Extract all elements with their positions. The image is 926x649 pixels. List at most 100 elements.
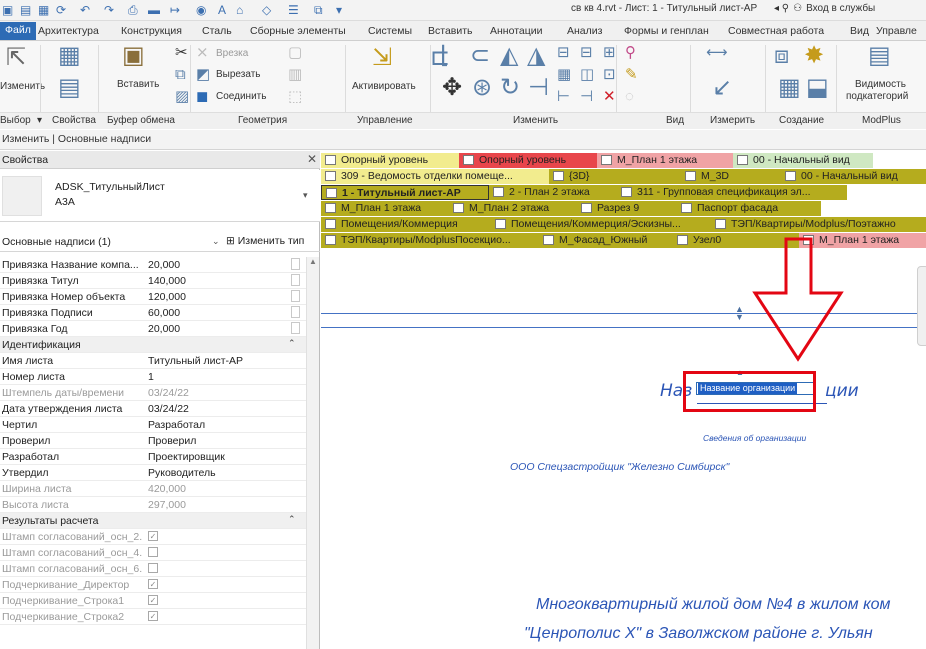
create-parts-icon[interactable]: ✸: [804, 43, 824, 69]
unpin-icon[interactable]: ⊡: [603, 67, 616, 83]
tab-view[interactable]: Вид: [850, 23, 869, 40]
drawing-area[interactable]: Опорный уровень Опорный уровень М_План 1 э…: [321, 151, 926, 649]
modify-cursor-icon[interactable]: ⇱: [6, 45, 26, 71]
property-section[interactable]: Идентификация ⌃: [0, 337, 306, 353]
align-tool-icon[interactable]: ⌊: [440, 43, 449, 69]
override-graphics-icon[interactable]: ✎: [625, 67, 638, 83]
extend-icon[interactable]: ⊣: [580, 89, 593, 105]
tab-architecture[interactable]: Архитектура: [38, 23, 99, 40]
create-assembly-icon[interactable]: ⧈: [774, 43, 789, 69]
join-icon[interactable]: ◼: [196, 89, 208, 105]
trim-icon[interactable]: ⊣: [528, 75, 549, 101]
app-menu-icon[interactable]: ▣: [2, 3, 13, 17]
view-tab[interactable]: 311 - Групповая спецификация эл...: [617, 185, 847, 200]
sign-in-button[interactable]: ◂ ⚲ ⚇ Вход в службы: [774, 3, 879, 14]
visibility-label-1[interactable]: Видимость: [855, 79, 906, 90]
paste-icon[interactable]: ▣: [122, 43, 145, 69]
tag-icon[interactable]: ◉: [196, 3, 206, 17]
view-tab[interactable]: М_План 1 этажа: [597, 153, 733, 168]
property-row[interactable]: Ширина листа 420,000: [0, 481, 306, 497]
subcategory-visibility-icon[interactable]: ▤: [868, 43, 891, 69]
tab-collaborate[interactable]: Совместная работа: [728, 23, 824, 40]
tab-systems[interactable]: Системы: [368, 23, 412, 40]
rotate-icon[interactable]: ↻: [500, 75, 520, 101]
create-similar-icon[interactable]: ⬓: [806, 75, 829, 101]
checkbox-unchecked[interactable]: [148, 547, 158, 557]
property-row[interactable]: Номер листа 1: [0, 369, 306, 385]
tab-manage[interactable]: Управле: [876, 23, 917, 40]
modify-button[interactable]: Изменить: [0, 81, 45, 92]
pin-icon[interactable]: ⊞: [603, 45, 616, 61]
group-select[interactable]: Выбор: [0, 115, 31, 126]
view-tab[interactable]: 00 - Начальный вид: [733, 153, 873, 168]
paint-icon[interactable]: ⬚: [288, 89, 302, 105]
view-tab[interactable]: Опорный уровень: [459, 153, 597, 168]
customize-qat-icon[interactable]: ▾: [336, 3, 342, 17]
property-value[interactable]: 60,000: [148, 307, 180, 319]
view-tab-active[interactable]: 1 - Титульный лист-АР: [321, 185, 489, 200]
view-tab[interactable]: Паспорт фасада: [677, 201, 821, 216]
close-icon[interactable]: ✕: [307, 152, 317, 166]
tab-steel[interactable]: Сталь: [202, 23, 232, 40]
paste-button[interactable]: Вставить: [117, 79, 159, 90]
type-properties-icon[interactable]: ▦: [58, 43, 81, 69]
view-tab[interactable]: ТЭП/Квартиры/ModplusПосекцио...: [321, 233, 539, 248]
delete-icon[interactable]: ✕: [603, 89, 616, 105]
checkbox-checked[interactable]: ✓: [148, 579, 158, 589]
measure-between-icon[interactable]: ⟷: [706, 45, 728, 61]
property-row[interactable]: Подчеркивание_Строка1 ✓: [0, 593, 306, 609]
switch-windows-icon[interactable]: ⧉: [314, 3, 323, 17]
3d-view-icon[interactable]: ⌂: [236, 3, 243, 17]
copy-icon[interactable]: ⧉: [175, 67, 186, 83]
view-tab[interactable]: 00 - Начальный вид: [781, 169, 926, 184]
tab-structure[interactable]: Конструкция: [121, 23, 182, 40]
property-row[interactable]: Проверил Проверил: [0, 433, 306, 449]
hide-element-icon[interactable]: ⚲: [625, 45, 636, 61]
view-tab[interactable]: Опорный уровень: [321, 153, 459, 168]
collapse-icon[interactable]: ⌃: [288, 514, 296, 525]
sync-icon[interactable]: ⟳: [56, 3, 66, 17]
match-type-icon[interactable]: ▨: [175, 89, 189, 105]
type-selector[interactable]: ADSK_ТитульныйЛист А3А ▾: [0, 170, 320, 222]
tab-precast[interactable]: Сборные элементы: [250, 23, 346, 40]
property-row[interactable]: Штамп согласований_осн_4...: [0, 545, 306, 561]
property-row[interactable]: Имя листа Титульный лист-АР: [0, 353, 306, 369]
property-value[interactable]: 03/24/22: [148, 403, 189, 415]
array-icon[interactable]: ▦: [557, 67, 571, 83]
navigation-bar[interactable]: [917, 266, 926, 346]
view-tab[interactable]: {3D}: [549, 169, 681, 184]
checkbox-unchecked[interactable]: [148, 563, 158, 573]
instance-filter-label[interactable]: Основные надписи (1): [2, 236, 111, 248]
tab-annotate[interactable]: Аннотации: [490, 23, 543, 40]
measure-icon[interactable]: ▬: [148, 3, 160, 17]
property-row[interactable]: Привязка Титул 140,000: [0, 273, 306, 289]
property-value[interactable]: Разработал: [148, 419, 205, 431]
move-icon[interactable]: ✥: [442, 75, 462, 101]
cope-button[interactable]: Врезка: [216, 48, 248, 59]
split-icon[interactable]: ⊟: [557, 45, 570, 61]
view-tab[interactable]: 2 - План 2 этажа: [489, 185, 617, 200]
view-tab[interactable]: М_План 1 этажа: [321, 201, 449, 216]
offset-icon[interactable]: ⊂: [470, 43, 490, 69]
property-value[interactable]: 20,000: [148, 259, 180, 271]
linework-icon[interactable]: ◌: [625, 89, 634, 105]
property-value[interactable]: 20,000: [148, 323, 180, 335]
tab-massing-site[interactable]: Формы и генплан: [624, 23, 709, 40]
mirror-draw-icon[interactable]: ◮: [527, 43, 545, 69]
property-edit-box[interactable]: [291, 258, 300, 270]
cope-icon[interactable]: ⨯: [196, 45, 209, 61]
property-row[interactable]: Подчеркивание_Директор ✓: [0, 577, 306, 593]
group-select-dropdown-icon[interactable]: ▾: [37, 115, 42, 126]
checkbox-checked[interactable]: ✓: [148, 611, 158, 621]
create-group-icon[interactable]: ▦: [778, 75, 801, 101]
property-value[interactable]: Проектировщик: [148, 451, 225, 463]
property-row[interactable]: Привязка Номер объекта 120,000: [0, 289, 306, 305]
text-icon[interactable]: A: [218, 3, 226, 17]
scale-icon[interactable]: ◫: [580, 67, 594, 83]
activate-icon[interactable]: ⇲: [372, 45, 392, 71]
thin-lines-icon[interactable]: ☰: [288, 3, 299, 17]
property-edit-box[interactable]: [291, 274, 300, 286]
visibility-label-2[interactable]: подкатегорий: [846, 91, 908, 102]
property-row[interactable]: Штамп согласований_осн_2... ✓: [0, 529, 306, 545]
property-row[interactable]: Привязка Год 20,000: [0, 321, 306, 337]
